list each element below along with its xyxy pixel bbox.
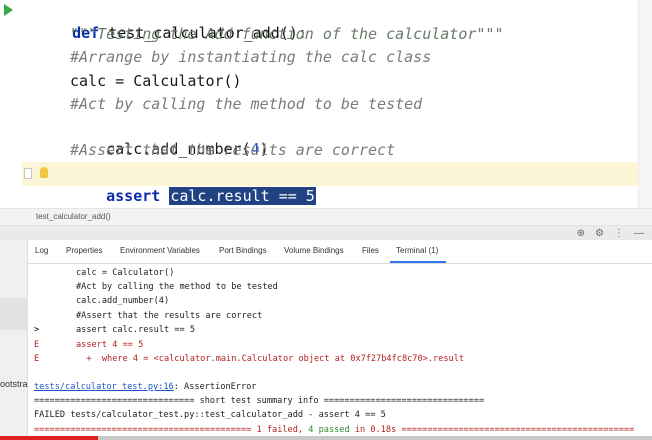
editor-scrollbar[interactable] xyxy=(638,0,652,208)
result-rule: ========================================… xyxy=(401,425,635,435)
strip-panel[interactable] xyxy=(0,298,28,330)
terminal-error-line: + where 4 = <calculator.main.Calculator … xyxy=(76,354,465,364)
terminal-line: #Act by calling the method to be tested xyxy=(76,282,278,292)
terminal-error-line: assert 4 == 5 xyxy=(76,340,144,350)
gear-icon[interactable]: ⚙ xyxy=(595,229,604,239)
tab-terminal[interactable]: Terminal (1) xyxy=(396,246,438,255)
left-tool-strip xyxy=(0,240,28,440)
terminal-line: #Assert that the results are correct xyxy=(76,311,263,321)
code-editor[interactable]: def test_calculator_add(): """Testing th… xyxy=(0,0,652,208)
failed-line: FAILED tests/calculator_test.py::test_ca… xyxy=(34,410,386,420)
tool-tabs: Log Properties Environment Variables Por… xyxy=(28,240,652,264)
code-line-comment-assert[interactable]: #Assert that the results are correct xyxy=(36,139,395,161)
tool-window-actions: ⊕ ⚙ ⋮ — xyxy=(577,228,644,240)
terminal-marker: > xyxy=(34,325,40,335)
error-type: : AssertionError xyxy=(173,382,257,392)
terminal-line: calc = Calculator() xyxy=(76,268,175,278)
target-icon[interactable]: ⊕ xyxy=(577,229,585,239)
terminal-line: calc.add_number(4) xyxy=(76,296,170,306)
tab-port-bindings[interactable]: Port Bindings xyxy=(219,246,267,255)
keyword-assert: assert xyxy=(106,187,161,205)
code-line-calc-init[interactable]: calc = Calculator() xyxy=(36,70,242,92)
options-icon[interactable]: ⋮ xyxy=(614,229,624,239)
result-time: in 0.18s xyxy=(354,425,397,435)
left-strip-label: ootstra xyxy=(0,379,28,389)
summary-header: =============================== short te… xyxy=(34,396,485,406)
code-line-docstring[interactable]: """Testing the Add function of the calcu… xyxy=(36,23,503,45)
selected-text[interactable]: calc.result == 5 xyxy=(169,187,316,205)
tab-properties[interactable]: Properties xyxy=(66,246,102,255)
result-failed: 1 failed, xyxy=(256,425,304,435)
code-line-comment-arrange[interactable]: #Arrange by instantiating the calc class xyxy=(36,46,431,68)
code-line-def[interactable]: def test_calculator_add(): xyxy=(36,0,307,42)
code-line-comment-act[interactable]: #Act by calling the method to be tested xyxy=(36,93,422,115)
result-passed: 4 passed xyxy=(308,425,350,435)
error-location-link[interactable]: tests/calculator_test.py:16 xyxy=(34,382,174,392)
error-location-line: tests/calculator_test.py:16: AssertionEr… xyxy=(34,381,257,393)
minimize-icon[interactable]: — xyxy=(634,229,644,239)
terminal-line: assert calc.result == 5 xyxy=(76,325,195,335)
terminal-marker: E xyxy=(34,340,40,350)
result-line: ========================================… xyxy=(34,424,634,436)
code-line-assert[interactable]: assert calc.result == 5 xyxy=(36,163,316,205)
tab-environment-variables[interactable]: Environment Variables xyxy=(120,246,200,255)
active-tab-indicator xyxy=(390,261,446,263)
bookmark-icon xyxy=(24,168,32,179)
terminal-marker: E xyxy=(34,354,40,364)
video-progress-fill xyxy=(0,436,98,440)
terminal-output[interactable]: calc = Calculator() #Act by calling the … xyxy=(28,264,652,440)
breadcrumb[interactable]: test_calculator_add() xyxy=(36,212,111,221)
tab-files[interactable]: Files xyxy=(362,246,379,255)
result-rule: ========================================… xyxy=(34,425,252,435)
code-line-add-number[interactable]: calc.add_number(4) xyxy=(36,116,269,158)
run-test-icon[interactable] xyxy=(4,4,13,16)
breadcrumb-bar: test_calculator_add() xyxy=(0,208,652,226)
tool-window-header xyxy=(0,226,652,240)
tab-log[interactable]: Log xyxy=(35,246,48,255)
tab-volume-bindings[interactable]: Volume Bindings xyxy=(284,246,344,255)
